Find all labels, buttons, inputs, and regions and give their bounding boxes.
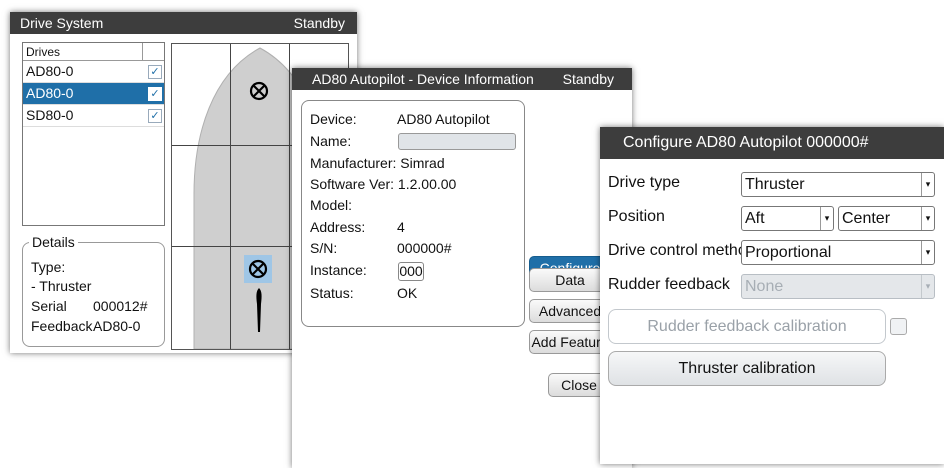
device-info-window: AD80 Autopilot - Device Information Stan… xyxy=(292,68,632,468)
name-label: Name: xyxy=(310,133,352,149)
control-method-dropdown[interactable]: Proportional ▾ xyxy=(741,240,935,265)
name-input[interactable] xyxy=(398,133,516,150)
rudder-calibration-checkbox xyxy=(890,318,907,335)
drive-row-selected[interactable]: AD80-0 ✓ xyxy=(23,83,164,105)
drive-type-label: Drive type xyxy=(608,174,681,191)
control-method-label: Drive control method xyxy=(608,242,756,259)
device-info-status: Standby xyxy=(562,71,614,87)
details-type-value: - Thruster xyxy=(31,278,92,294)
instance-label: Instance: xyxy=(310,262,367,278)
check-icon: ✓ xyxy=(150,88,160,100)
details-serial-label: Serial xyxy=(31,298,67,314)
drives-header-divider xyxy=(142,43,143,60)
drive-system-status: Standby xyxy=(293,15,345,31)
grid-line xyxy=(230,44,231,349)
status-label: Status: xyxy=(310,285,354,301)
device-info-title: AD80 Autopilot - Device Information xyxy=(312,71,534,87)
thruster-stern-icon xyxy=(248,259,268,279)
drive-checkbox[interactable]: ✓ xyxy=(148,65,162,79)
advanced-button[interactable]: Advanced xyxy=(529,299,611,323)
details-box: Details Type: - Thruster Serial 000012# … xyxy=(22,234,165,347)
drive-checkbox[interactable]: ✓ xyxy=(148,109,162,123)
dropdown-arrow-icon: ▾ xyxy=(820,207,833,230)
dropdown-arrow-icon: ▾ xyxy=(921,275,934,298)
selected-thruster-highlight[interactable] xyxy=(244,255,272,283)
details-type-label: Type: xyxy=(31,259,66,275)
details-serial-value: 000012# xyxy=(93,298,148,314)
manufacturer-label: Manufacturer: Simrad xyxy=(310,155,445,171)
drive-checkbox[interactable]: ✓ xyxy=(148,87,162,101)
position-side-dropdown[interactable]: Center ▾ xyxy=(838,206,935,231)
thruster-calibration-button[interactable]: Thruster calibration xyxy=(608,351,886,386)
status-value: OK xyxy=(397,285,418,301)
device-value: AD80 Autopilot xyxy=(397,111,490,127)
drives-list-header: Drives xyxy=(23,43,164,61)
drive-system-titlebar: Drive System Standby xyxy=(10,12,357,34)
address-label: Address: xyxy=(310,219,366,235)
drive-row[interactable]: AD80-0 ✓ xyxy=(23,61,164,83)
check-icon: ✓ xyxy=(150,110,160,122)
position-label: Position xyxy=(608,208,665,225)
drive-name: AD80-0 xyxy=(26,63,74,79)
rudder-icon xyxy=(256,288,262,332)
grid-line xyxy=(289,44,290,349)
position-fore-aft-dropdown[interactable]: Aft ▾ xyxy=(741,206,834,231)
thruster-bow-icon[interactable] xyxy=(248,80,270,102)
control-method-value: Proportional xyxy=(745,244,832,261)
device-info-panel: Device: AD80 Autopilot Name: Manufacture… xyxy=(301,100,525,327)
drive-type-dropdown[interactable]: Thruster ▾ xyxy=(741,172,935,197)
dropdown-arrow-icon: ▾ xyxy=(921,207,934,230)
drive-row[interactable]: SD80-0 ✓ xyxy=(23,105,164,127)
drives-list: Drives AD80-0 ✓ AD80-0 ✓ SD80-0 ✓ xyxy=(22,42,165,226)
device-info-titlebar: AD80 Autopilot - Device Information Stan… xyxy=(292,68,632,90)
details-feedback-label: Feedback xyxy=(31,318,93,334)
drive-type-value: Thruster xyxy=(745,176,805,193)
configure-title: Configure AD80 Autopilot 000000# xyxy=(600,127,944,159)
add-feature-button[interactable]: Add Feature xyxy=(529,330,611,354)
position-value-1: Aft xyxy=(745,210,765,227)
address-value: 4 xyxy=(397,219,405,235)
rudder-feedback-dropdown: None ▾ xyxy=(741,274,935,299)
configure-window: Configure AD80 Autopilot 000000# Drive t… xyxy=(600,127,944,464)
rudder-feedback-label: Rudder feedback xyxy=(608,276,730,293)
drive-name: AD80-0 xyxy=(26,85,74,101)
instance-input[interactable]: 000 xyxy=(398,262,424,281)
sn-label: S/N: xyxy=(310,240,338,256)
check-icon: ✓ xyxy=(150,66,160,78)
device-label: Device: xyxy=(310,111,357,127)
data-button[interactable]: Data xyxy=(529,268,611,292)
position-value-2: Center xyxy=(842,210,891,227)
rudder-feedback-value: None xyxy=(745,278,784,295)
drive-system-title: Drive System xyxy=(20,15,104,31)
dropdown-arrow-icon: ▾ xyxy=(921,241,934,264)
details-legend: Details xyxy=(29,234,78,250)
drive-name: SD80-0 xyxy=(26,107,74,123)
details-feedback-value: AD80-0 xyxy=(93,318,141,334)
dropdown-arrow-icon: ▾ xyxy=(921,173,934,196)
sn-value: 000000# xyxy=(397,240,452,256)
model-label: Model: xyxy=(310,197,353,213)
drives-header-label: Drives xyxy=(26,45,61,59)
software-version-label: Software Ver: 1.2.00.00 xyxy=(310,176,457,192)
rudder-feedback-calibration-button: Rudder feedback calibration xyxy=(608,309,886,344)
